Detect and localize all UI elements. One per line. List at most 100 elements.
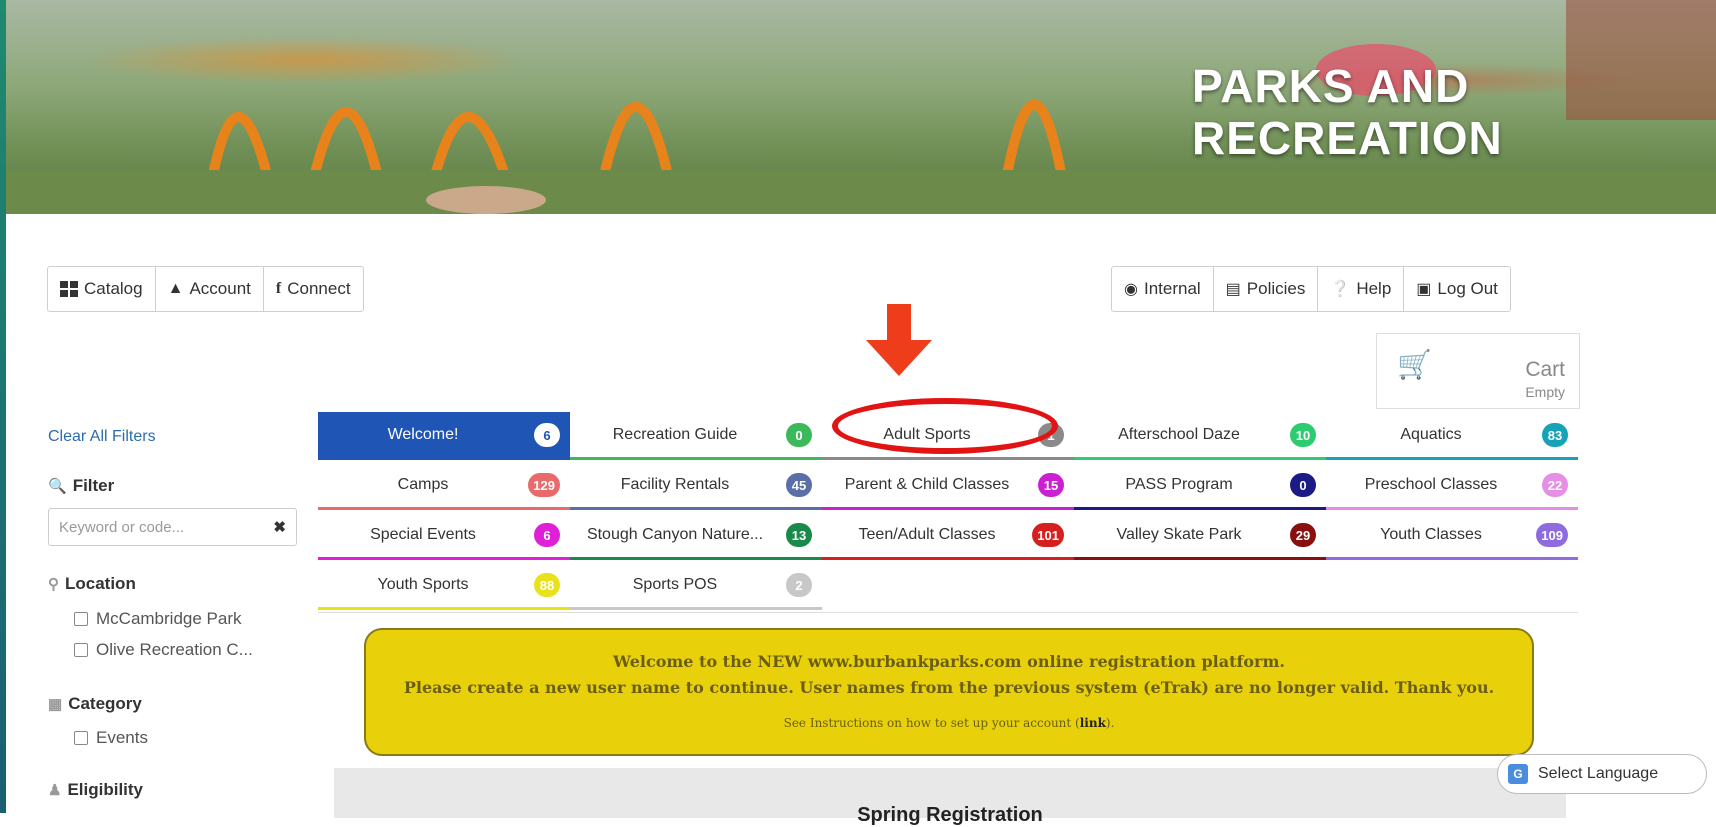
tab-welcome[interactable]: Welcome! 6: [318, 412, 570, 460]
grid-icon: [60, 281, 78, 297]
lock-icon: ▣: [1416, 281, 1432, 298]
tab-recreation-guide[interactable]: Recreation Guide 0: [570, 412, 822, 460]
location-heading: ⚲ Location: [48, 574, 136, 594]
tab-youth-classes[interactable]: Youth Classes 109: [1326, 512, 1578, 560]
person-icon: ♟: [48, 782, 62, 799]
facebook-icon: f: [275, 280, 282, 297]
select-language-label: Select Language: [1538, 765, 1659, 782]
logout-button[interactable]: ▣ Log Out: [1404, 267, 1510, 311]
checkbox[interactable]: [74, 612, 88, 626]
tab-count-badge: 83: [1542, 423, 1568, 447]
filter-heading: 🔍 Filter: [48, 476, 114, 496]
header-banner: PARKS AND RECREATION: [6, 0, 1716, 214]
tab-preschool-classes[interactable]: Preschool Classes 22: [1326, 462, 1578, 510]
tab-label: Preschool Classes: [1364, 475, 1498, 493]
tab-facility-rentals[interactable]: Facility Rentals 45: [570, 462, 822, 510]
page: PARKS AND RECREATION Catalog ▲ Account f…: [0, 0, 1716, 826]
tab-count-badge: 109: [1536, 523, 1568, 547]
tab-label: PASS Program: [1125, 475, 1233, 493]
tab-count-badge: 6: [534, 523, 560, 547]
tab-label: Welcome!: [387, 425, 459, 443]
policies-label: Policies: [1246, 279, 1306, 298]
tab-special-events[interactable]: Special Events 6: [318, 512, 570, 560]
eligibility-heading-label: Eligibility: [67, 780, 144, 799]
tab-pass-program[interactable]: PASS Program 0: [1074, 462, 1326, 510]
question-icon: ❔: [1330, 281, 1351, 298]
tab-stough-canyon-nature[interactable]: Stough Canyon Nature... 13: [570, 512, 822, 560]
eligibility-heading: ♟ Eligibility: [48, 780, 143, 800]
tab-valley-skate-park[interactable]: Valley Skate Park 29: [1074, 512, 1326, 560]
annotation-arrow: [866, 304, 932, 376]
tab-teen-adult-classes[interactable]: Teen/Adult Classes 101: [822, 512, 1074, 560]
banner-title: PARKS AND RECREATION: [1192, 60, 1503, 164]
tab-label: Teen/Adult Classes: [858, 525, 996, 543]
location-option-label: Olive Recreation C...: [96, 640, 253, 659]
checkbox[interactable]: [74, 643, 88, 657]
cart-status: Empty: [1525, 384, 1565, 400]
tab-label: Parent & Child Classes: [844, 475, 1010, 493]
help-button[interactable]: ❔ Help: [1318, 267, 1405, 311]
policies-button[interactable]: ▤ Policies: [1214, 267, 1319, 311]
category-option-events[interactable]: Events: [74, 728, 148, 748]
notice-line1: Welcome to the NEW www.burbankparks.com …: [613, 652, 1285, 671]
tab-label: Recreation Guide: [612, 425, 738, 443]
tab-label: Sports POS: [632, 575, 718, 593]
map-pin-icon: ⚲: [48, 576, 59, 593]
tab-label: Camps: [397, 475, 449, 493]
checkbox[interactable]: [74, 731, 88, 745]
help-label: Help: [1356, 279, 1392, 298]
shield-icon: ◉: [1124, 281, 1138, 298]
translate-icon: G: [1508, 764, 1528, 784]
clear-keyword-icon[interactable]: ✖: [273, 518, 286, 536]
category-heading: ▦ Category: [48, 694, 142, 714]
catalog-label: Catalog: [84, 279, 143, 298]
tab-aquatics[interactable]: Aquatics 83: [1326, 412, 1578, 460]
cart-icon: 🛒: [1397, 349, 1432, 380]
catalog-button[interactable]: Catalog: [48, 267, 156, 311]
location-heading-label: Location: [65, 574, 136, 593]
tab-label: Special Events: [370, 525, 476, 543]
registration-panel: Spring Registration: [334, 768, 1566, 826]
tab-label: Aquatics: [1400, 425, 1462, 443]
tab-count-badge: 13: [786, 523, 812, 547]
section-heading: Spring Registration: [857, 804, 1043, 826]
location-option-mccambridge[interactable]: McCambridge Park: [74, 609, 242, 629]
tab-sports-pos[interactable]: Sports POS 2: [570, 562, 822, 610]
welcome-notice: Welcome to the NEW www.burbankparks.com …: [364, 628, 1534, 756]
internal-label: Internal: [1143, 279, 1201, 298]
keyword-input[interactable]: Keyword or code... ✖: [48, 508, 297, 546]
tab-count-badge: 15: [1038, 473, 1064, 497]
internal-button[interactable]: ◉ Internal: [1112, 267, 1214, 311]
tab-afterschool-daze[interactable]: Afterschool Daze 10: [1074, 412, 1326, 460]
logout-label: Log Out: [1437, 279, 1498, 298]
instructions-link[interactable]: link: [1080, 716, 1106, 730]
tab-label: Valley Skate Park: [1116, 525, 1242, 543]
tab-count-badge: 0: [1290, 473, 1316, 497]
location-option-olive[interactable]: Olive Recreation C...: [74, 640, 253, 660]
utility-nav: ◉ Internal ▤ Policies ❔ Help ▣ Log Out: [1111, 266, 1511, 312]
filter-heading-label: Filter: [72, 476, 115, 495]
notice-line2: Please create a new user name to continu…: [403, 678, 1495, 697]
annotation-circle: [832, 398, 1058, 454]
tab-label: Stough Canyon Nature...: [586, 525, 764, 543]
grid-icon: ▦: [48, 696, 63, 713]
tab-parent-child-classes[interactable]: Parent & Child Classes 15: [822, 462, 1074, 510]
clear-filters-link[interactable]: Clear All Filters: [48, 428, 156, 446]
user-icon: ▲: [167, 280, 184, 297]
connect-button[interactable]: f Connect: [264, 267, 363, 311]
tab-count-badge: 2: [786, 573, 812, 597]
select-language-button[interactable]: G Select Language: [1497, 754, 1707, 794]
notice-line3-text: See Instructions on how to set up your a…: [783, 716, 1080, 730]
cart-widget[interactable]: 🛒 Cart Empty: [1376, 333, 1580, 409]
tab-count-badge: 101: [1032, 523, 1064, 547]
account-button[interactable]: ▲ Account: [156, 267, 264, 311]
tab-camps[interactable]: Camps 129: [318, 462, 570, 510]
tab-label: Afterschool Daze: [1118, 425, 1240, 443]
tab-youth-sports[interactable]: Youth Sports 88: [318, 562, 570, 610]
banner-title-line1: PARKS AND: [1192, 60, 1470, 112]
tab-count-badge: 45: [786, 473, 812, 497]
category-option-label: Events: [96, 728, 148, 747]
tab-count-badge: 129: [528, 473, 560, 497]
location-option-label: McCambridge Park: [96, 609, 242, 628]
notice-line3-end: ).: [1105, 716, 1115, 730]
